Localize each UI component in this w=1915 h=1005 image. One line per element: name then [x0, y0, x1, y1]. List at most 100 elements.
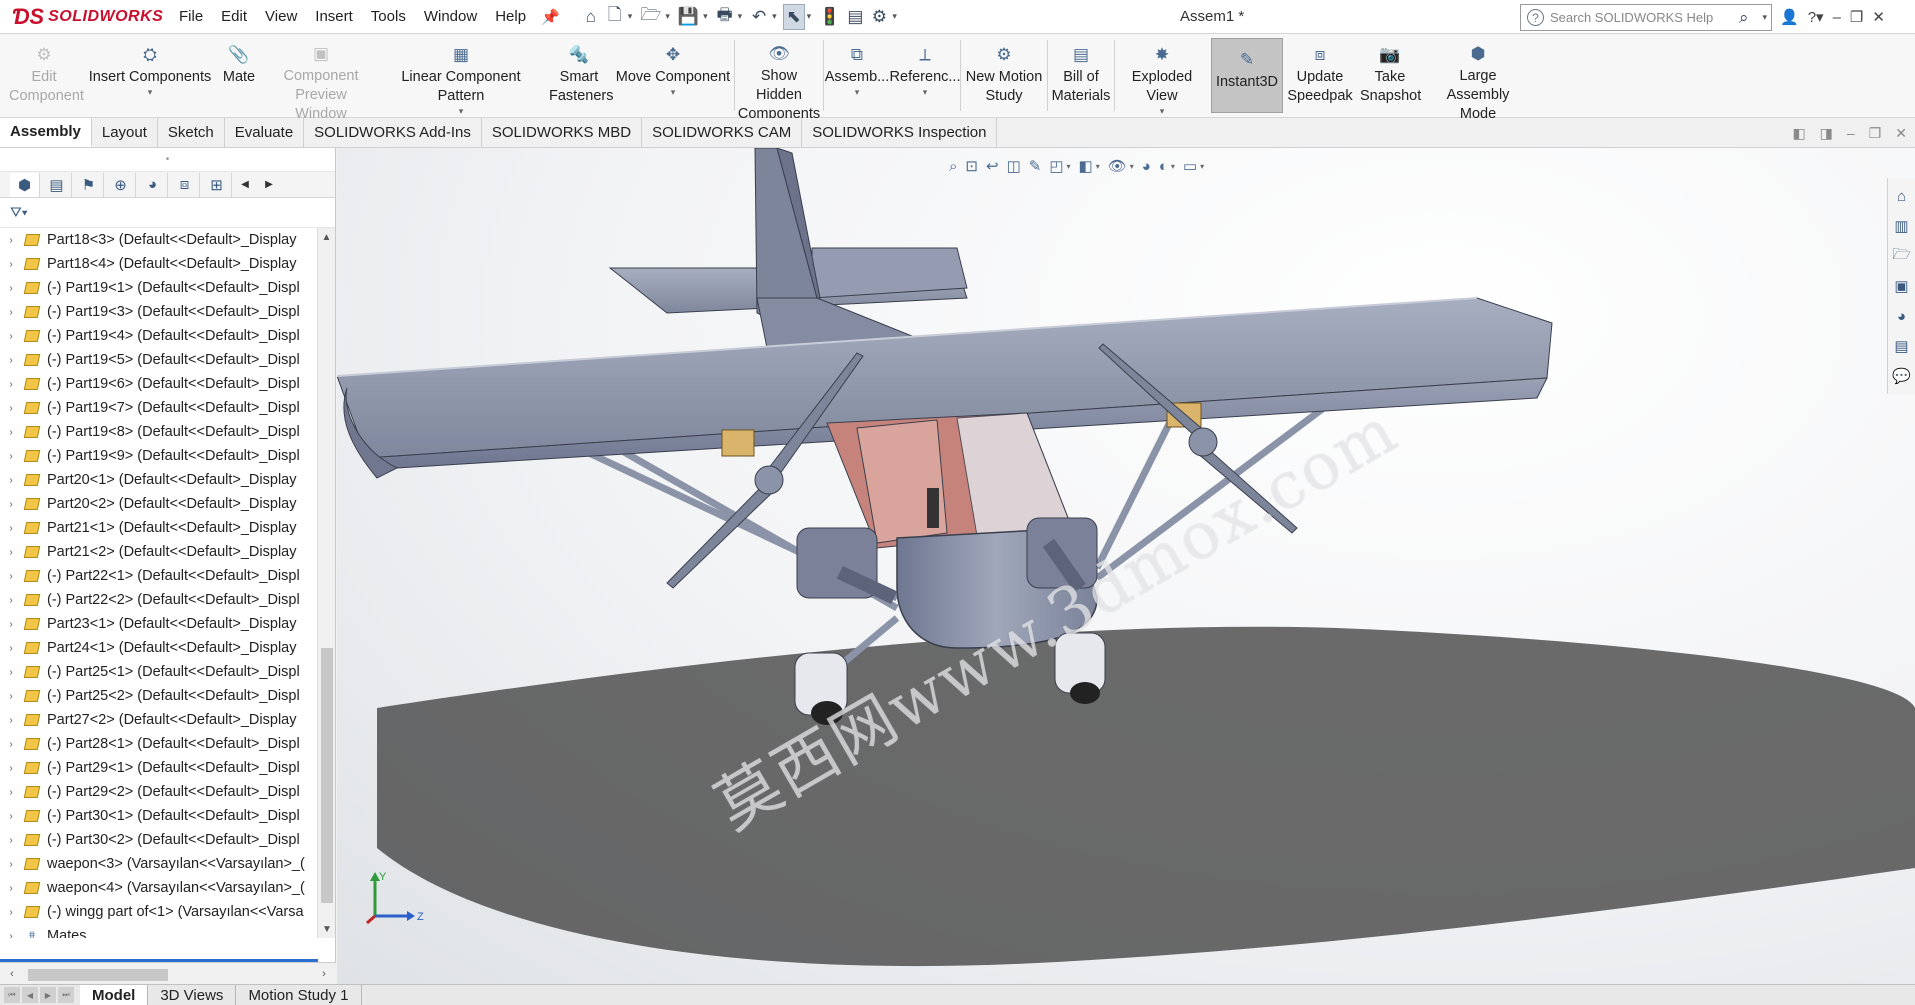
user-account-icon[interactable]: 👤 [1780, 8, 1799, 26]
doc-close-icon[interactable]: ✕ [1895, 125, 1907, 142]
tab-mbd[interactable]: SOLIDWORKS MBD [482, 118, 643, 147]
tree-item[interactable]: › waepon<3> (Varsayılan<<Varsayılan>_( [0, 852, 335, 876]
view-orientation-dropdown-icon[interactable]: ▾ [1067, 162, 1071, 171]
restore-window-icon[interactable]: ❐ [1850, 8, 1863, 26]
tree-item[interactable]: › waepon<4> (Varsayılan<<Varsayılan>_( [0, 876, 335, 900]
expand-chevron-icon[interactable]: › [0, 307, 22, 318]
menu-insert[interactable]: Insert [306, 0, 362, 34]
tree-item[interactable]: › Part20<2> (Default<<Default>_Display [0, 492, 335, 516]
section-view-icon[interactable]: ◫ [1007, 157, 1021, 175]
expand-chevron-icon[interactable]: › [0, 427, 22, 438]
hscroll-thumb[interactable] [28, 968, 168, 981]
tab-layout[interactable]: Layout [92, 118, 158, 147]
vscroll-thumb[interactable] [321, 648, 333, 903]
solidworks-resources-icon[interactable]: ⌂ [1888, 184, 1915, 208]
design-library-icon[interactable]: ▥ [1888, 214, 1915, 238]
search-input[interactable]: Search SOLIDWORKS Help [1550, 10, 1713, 25]
configurationmanager-icon[interactable]: ⚑ [74, 172, 104, 197]
dimxpertmanager-icon[interactable]: ⊕ [106, 172, 136, 197]
first-tab-icon[interactable]: ⏮ [4, 987, 20, 1003]
tree-item[interactable]: › Part24<1> (Default<<Default>_Display [0, 636, 335, 660]
tree-item[interactable]: › (-) wingg part of<1> (Varsayılan<<Varsa [0, 900, 335, 924]
tree-item[interactable]: › (-) Part19<4> (Default<<Default>_Displ [0, 324, 335, 348]
tab-addins[interactable]: SOLIDWORKS Add-Ins [304, 118, 482, 147]
zoom-to-area-icon[interactable]: ⊡ [965, 157, 978, 175]
tree-item[interactable]: › (-) Part19<7> (Default<<Default>_Displ [0, 396, 335, 420]
expand-chevron-icon[interactable]: › [0, 283, 22, 294]
doc-restore-icon[interactable]: ❐ [1869, 125, 1882, 142]
reference-geometry-button[interactable]: ⟂ Referenc... ▾ [890, 34, 961, 117]
view-palette-icon[interactable]: ▣ [1888, 274, 1915, 298]
tree-item[interactable]: › (-) Part30<2> (Default<<Default>_Displ [0, 828, 335, 852]
expand-chevron-icon[interactable]: › [0, 667, 22, 678]
tree-item[interactable]: › (-) Part28<1> (Default<<Default>_Displ [0, 732, 335, 756]
insert-components-dropdown-icon[interactable]: ▾ [148, 87, 153, 97]
display-style-dropdown-icon[interactable]: ▾ [1096, 162, 1100, 171]
new-document-icon[interactable]: 🗋 [604, 4, 626, 30]
pin-menu-icon[interactable]: 📌 [541, 8, 560, 26]
panel-splitter-handle[interactable]: • [0, 148, 335, 172]
expand-chevron-icon[interactable]: › [0, 331, 22, 342]
tree-item[interactable]: › (-) Part19<8> (Default<<Default>_Displ [0, 420, 335, 444]
tile-right-icon[interactable]: ◨ [1820, 125, 1833, 142]
expand-chevron-icon[interactable]: › [0, 883, 22, 894]
expand-chevron-icon[interactable]: › [0, 379, 22, 390]
expand-chevron-icon[interactable]: › [0, 643, 22, 654]
component-preview-button[interactable]: ▣ Component Preview Window [266, 34, 376, 122]
print-dropdown-icon[interactable]: ▾ [738, 11, 743, 22]
tile-left-icon[interactable]: ◧ [1792, 125, 1805, 142]
scroll-left-arrow-icon[interactable]: ‹ [0, 968, 24, 980]
tab-evaluate[interactable]: Evaluate [225, 118, 305, 147]
menu-view[interactable]: View [256, 0, 306, 34]
menu-window[interactable]: Window [415, 0, 486, 34]
tree-horizontal-scrollbar[interactable]: ‹ › [0, 962, 336, 984]
expand-chevron-icon[interactable]: › [0, 619, 22, 630]
tabs-scroll-right-icon[interactable]: ▶ [258, 173, 280, 197]
open-dropdown-icon[interactable]: ▾ [665, 11, 670, 22]
new-motion-study-button[interactable]: ⚙ New Motion Study [961, 34, 1047, 117]
move-component-dropdown-icon[interactable]: ▾ [671, 87, 676, 97]
expand-chevron-icon[interactable]: › [0, 835, 22, 846]
tab-inspection[interactable]: SOLIDWORKS Inspection [802, 118, 998, 147]
displaymanager-icon[interactable]: ◕ [138, 172, 168, 197]
tree-item[interactable]: › (-) Part29<1> (Default<<Default>_Displ [0, 756, 335, 780]
rebuild-traffic-light-icon[interactable]: 🚦 [817, 4, 842, 30]
expand-chevron-icon[interactable]: › [0, 595, 22, 606]
tree-item[interactable]: › Part18<3> (Default<<Default>_Display [0, 228, 335, 252]
expand-chevron-icon[interactable]: › [0, 763, 22, 774]
select-dropdown-icon[interactable]: ▾ [807, 11, 812, 22]
tree-item[interactable]: › (-) Part19<5> (Default<<Default>_Displ [0, 348, 335, 372]
expand-chevron-icon[interactable]: › [0, 787, 22, 798]
menu-edit[interactable]: Edit [212, 0, 256, 34]
update-speedpak-button[interactable]: ⧈ Update Speedpak [1285, 34, 1355, 117]
expand-chevron-icon[interactable]: › [0, 475, 22, 486]
undo-icon[interactable]: ↶ [748, 4, 770, 30]
menu-help[interactable]: Help [486, 0, 535, 34]
tree-item[interactable]: › (-) Part19<9> (Default<<Default>_Displ [0, 444, 335, 468]
cammanager-icon[interactable]: ⧈ [170, 172, 200, 197]
expand-chevron-icon[interactable]: › [0, 235, 22, 246]
expand-chevron-icon[interactable]: › [0, 547, 22, 558]
options-dropdown-icon[interactable]: ▾ [892, 11, 897, 22]
expand-chevron-icon[interactable]: › [0, 859, 22, 870]
expand-chevron-icon[interactable]: › [0, 691, 22, 702]
tree-item[interactable]: › Part18<4> (Default<<Default>_Display [0, 252, 335, 276]
expand-chevron-icon[interactable]: › [0, 811, 22, 822]
graphics-area[interactable]: ⌕ ⊡ ↩ ◫ ✎ ◰ ▾ ◧ ▾ 👁 ▾ ◕ ◐ ▾ ▭ ▾ ⌂ ▥ 🗁 ▣ ◕ ▤ 💬… [337, 148, 1915, 984]
minimize-window-icon[interactable]: – [1833, 9, 1841, 26]
tree-item[interactable]: › (-) Part22<2> (Default<<Default>_Displ [0, 588, 335, 612]
search-icon[interactable]: ⌕ [1739, 8, 1757, 28]
tree-item[interactable]: › (-) Part19<1> (Default<<Default>_Displ [0, 276, 335, 300]
print-icon[interactable]: 🖶 [714, 4, 736, 30]
display-style-icon[interactable]: ◧ [1079, 157, 1093, 175]
expand-chevron-icon[interactable]: › [0, 499, 22, 510]
scroll-right-arrow-icon[interactable]: › [312, 968, 336, 980]
propertymanager-icon[interactable]: ▤ [42, 172, 72, 197]
zoom-to-fit-icon[interactable]: ⌕ [949, 158, 957, 175]
previous-view-icon[interactable]: ↩ [986, 157, 999, 175]
help-question-icon[interactable]: ?▾ [1808, 8, 1824, 26]
file-explorer-icon[interactable]: 🗁 [1888, 244, 1915, 268]
open-folder-icon[interactable]: 🗁 [638, 4, 663, 30]
tree-item[interactable]: › Part27<2> (Default<<Default>_Display [0, 708, 335, 732]
exploded-view-button[interactable]: ✸ Exploded View ▾ [1115, 34, 1209, 117]
